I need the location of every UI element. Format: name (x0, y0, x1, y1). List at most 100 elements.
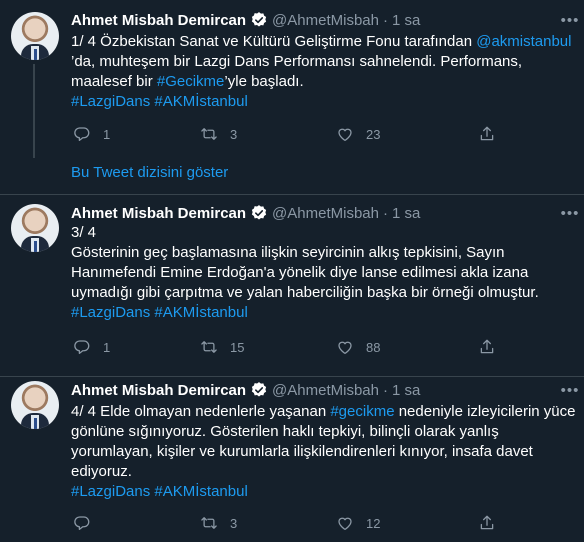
retweet-button[interactable]: 3 (200, 124, 237, 144)
text-segment: ’yle başladı. (224, 73, 304, 90)
reply-count: 1 (103, 339, 111, 355)
tweet-header: Ahmet Misbah Demircan @AhmetMisbah · 1 s… (71, 380, 420, 400)
tweet-text-line: #LazgiDans #AKMİstanbul (71, 303, 576, 323)
author-name[interactable]: Ahmet Misbah Demircan (71, 12, 246, 29)
share-icon (480, 515, 494, 530)
text-segment: gönlüne sığınıyoruz. Gösterilen haklı te… (71, 423, 499, 440)
tweet-text-line: #LazgiDans #AKMİstanbul (71, 92, 576, 112)
text-segment: maalesef bir (71, 73, 157, 90)
reply-count: 1 (103, 126, 111, 142)
retweet-icon (201, 517, 217, 529)
reply-button[interactable] (73, 513, 103, 533)
hashtag-link[interactable]: #Gecikme (157, 73, 225, 90)
show-thread-link[interactable]: Bu Tweet dizisini göster (71, 164, 228, 181)
avatar[interactable] (11, 12, 59, 60)
author-handle[interactable]: @AhmetMisbah (272, 12, 379, 29)
text-segment: Gösterinin geç başlamasına ilişkin seyir… (71, 244, 505, 261)
text-segment: Hanımefendi Emine Erdoğan'a yönelik diye… (71, 264, 529, 281)
author-name[interactable]: Ahmet Misbah Demircan (71, 382, 246, 399)
like-count: 12 (366, 515, 381, 531)
text-segment: uymadığı gibi çarpıtma ve yalan habercil… (71, 284, 539, 301)
retweet-button[interactable]: 15 (200, 337, 244, 357)
tweet-text-line: 4/ 4 Elde olmayan nedenlerle yaşanan #ge… (71, 402, 576, 422)
thread-line (33, 64, 35, 158)
tweet-time[interactable]: 1 sa (392, 12, 420, 29)
like-icon (338, 128, 352, 142)
retweet-icon (201, 128, 217, 140)
more-icon[interactable]: ••• (560, 10, 580, 30)
verified-badge-icon (251, 382, 267, 397)
tweet[interactable]: Ahmet Misbah Demircan @AhmetMisbah · 1 s… (0, 0, 584, 158)
tweet-text-line: yorumlayan, kişiler ve kurumlarla ilişki… (71, 442, 576, 462)
retweet-button[interactable]: 3 (200, 513, 237, 533)
tweet-header: Ahmet Misbah Demircan @AhmetMisbah · 1 s… (71, 10, 420, 30)
tweet-text-line: 1/ 4 Özbekistan Sanat ve Kültürü Gelişti… (71, 32, 576, 52)
tweet-text-line: gönlüne sığınıyoruz. Gösterilen haklı te… (71, 422, 576, 442)
like-button[interactable]: 12 (336, 513, 380, 533)
like-icon (338, 517, 352, 531)
tweet-actions: 3 12 (71, 513, 511, 533)
tweet-header: Ahmet Misbah Demircan @AhmetMisbah · 1 s… (71, 203, 420, 223)
like-count: 23 (366, 126, 381, 142)
text-segment: yorumlayan, kişiler ve kurumlarla ilişki… (71, 443, 533, 460)
author-handle[interactable]: @AhmetMisbah (272, 382, 379, 399)
author-name[interactable]: Ahmet Misbah Demircan (71, 205, 246, 222)
avatar[interactable] (11, 204, 59, 252)
tweet-text-line: ’da, muhteşem bir Lazgi Dans Performansı… (71, 52, 576, 72)
tweet-text: 1/ 4 Özbekistan Sanat ve Kültürü Gelişti… (71, 32, 576, 112)
tweet-text: 3/ 4 Gösterinin geç başlamasına ilişkin s… (71, 223, 576, 323)
tweet[interactable]: Ahmet Misbah Demircan @AhmetMisbah · 1 s… (0, 194, 584, 376)
tweet-text-line: Gösterinin geç başlamasına ilişkin seyir… (71, 243, 576, 263)
author-handle[interactable]: @AhmetMisbah (272, 205, 379, 222)
verified-badge-icon (251, 205, 267, 220)
share-button[interactable] (478, 124, 496, 144)
separator-dot: · (382, 381, 388, 399)
separator-dot: · (382, 11, 388, 29)
text-segment: ediyoruz. (71, 463, 132, 480)
reply-icon (74, 340, 90, 355)
tweet-text: 4/ 4 Elde olmayan nedenlerle yaşanan #ge… (71, 402, 576, 502)
hashtag-link[interactable]: #LazgiDans #AKMİstanbul (71, 483, 248, 500)
retweet-count: 15 (230, 339, 245, 355)
tweet[interactable]: Ahmet Misbah Demircan @AhmetMisbah · 1 s… (0, 376, 584, 542)
reply-icon (74, 516, 90, 531)
retweet-count: 3 (230, 126, 238, 142)
like-icon (338, 341, 352, 355)
share-icon (480, 339, 494, 354)
more-icon[interactable]: ••• (560, 203, 580, 223)
more-icon[interactable]: ••• (560, 380, 580, 400)
tweet-text-line: #LazgiDans #AKMİstanbul (71, 482, 576, 502)
verified-badge-icon (251, 12, 267, 27)
mention-link[interactable]: @akmistanbul (476, 33, 571, 50)
tweet-time[interactable]: 1 sa (392, 205, 420, 222)
text-segment: ’da, muhteşem bir Lazgi Dans Performansı… (71, 53, 523, 70)
share-button[interactable] (478, 513, 496, 533)
separator-dot: · (382, 204, 388, 222)
like-button[interactable]: 88 (336, 337, 380, 357)
reply-icon (74, 127, 90, 142)
tweet-text-line: maalesef bir #Gecikme’yle başladı. (71, 72, 576, 92)
tweet-actions: 1 3 23 (71, 124, 511, 144)
like-button[interactable]: 23 (336, 124, 380, 144)
text-segment: 4/ 4 Elde olmayan nedenlerle yaşanan (71, 403, 331, 420)
retweet-count: 3 (230, 515, 238, 531)
tweet-text-line: uymadığı gibi çarpıtma ve yalan habercil… (71, 283, 576, 303)
tweet-text-line: ediyoruz. (71, 462, 576, 482)
reply-button[interactable]: 1 (73, 124, 110, 144)
reply-button[interactable]: 1 (73, 337, 110, 357)
text-segment: nedeniyle izleyicilerin yüce (394, 403, 576, 420)
text-segment: 3/ 4 (71, 224, 97, 241)
avatar[interactable] (11, 381, 59, 429)
share-button[interactable] (478, 337, 496, 357)
like-count: 88 (366, 339, 381, 355)
tweet-time[interactable]: 1 sa (392, 382, 420, 399)
retweet-icon (201, 341, 217, 353)
tweet-text-line: 3/ 4 (71, 223, 576, 243)
text-segment: 1/ 4 Özbekistan Sanat ve Kültürü Gelişti… (71, 33, 477, 50)
hashtag-link[interactable]: #gecikme (330, 403, 394, 420)
tweet-actions: 1 15 88 (71, 337, 511, 357)
tweet-text-line: Hanımefendi Emine Erdoğan'a yönelik diye… (71, 263, 576, 283)
hashtag-link[interactable]: #LazgiDans #AKMİstanbul (71, 93, 248, 110)
share-icon (480, 126, 494, 141)
hashtag-link[interactable]: #LazgiDans #AKMİstanbul (71, 304, 248, 321)
